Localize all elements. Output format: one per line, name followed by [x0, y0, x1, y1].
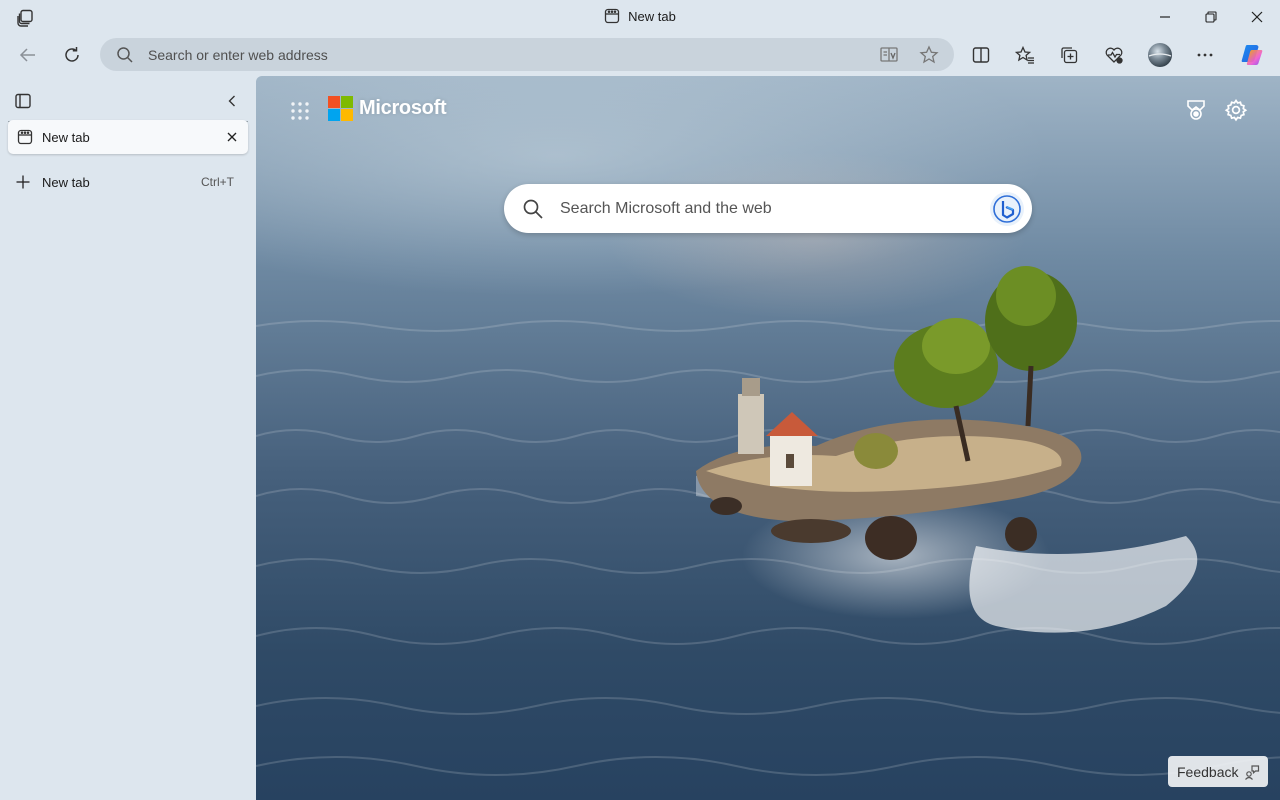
- gear-icon: [1224, 98, 1248, 122]
- refresh-icon: [65, 47, 79, 62]
- close-icon: [227, 132, 237, 142]
- back-arrow-icon: [19, 48, 35, 62]
- grid-dots-icon: [291, 102, 309, 120]
- window-title: New tab: [0, 8, 1280, 24]
- favorites-button[interactable]: [1010, 40, 1040, 70]
- new-tab-button[interactable]: New tab Ctrl+T: [8, 168, 248, 196]
- tab-label: New tab: [42, 129, 90, 145]
- address-bar[interactable]: [100, 38, 954, 71]
- star-icon: [919, 45, 939, 64]
- restore-button[interactable]: [1198, 5, 1224, 29]
- app-launcher-button[interactable]: [289, 100, 311, 122]
- back-button[interactable]: [13, 40, 43, 70]
- microsoft-logo[interactable]: Microsoft: [328, 96, 447, 121]
- tab-new-tab[interactable]: New tab: [8, 120, 248, 154]
- browser-essentials-button[interactable]: [1099, 40, 1129, 70]
- logo-square-yellow: [341, 109, 353, 121]
- vertical-tabs-icon[interactable]: [14, 92, 32, 110]
- page-settings-button[interactable]: [1224, 98, 1248, 122]
- trophy-icon: [1187, 100, 1205, 120]
- logo-square-red: [328, 96, 340, 108]
- refresh-button[interactable]: [57, 40, 87, 70]
- microsoft-wordmark: Microsoft: [359, 97, 447, 119]
- copilot-button[interactable]: [1237, 40, 1267, 70]
- restore-icon: [1205, 11, 1217, 23]
- heart-pulse-icon: [1105, 47, 1123, 64]
- plus-icon: [14, 173, 32, 191]
- immersive-reader-icon: [880, 47, 898, 62]
- split-screen-icon: [972, 47, 990, 63]
- collections-icon: [1061, 47, 1078, 64]
- feedback-button[interactable]: Feedback: [1168, 756, 1268, 787]
- new-tab-shortcut: Ctrl+T: [201, 175, 234, 189]
- close-icon: [1251, 11, 1263, 23]
- newtab-favicon-icon: [604, 8, 620, 24]
- profile-button[interactable]: [1145, 40, 1175, 70]
- more-button[interactable]: [1190, 40, 1220, 70]
- browser-toolbar: [0, 34, 1280, 76]
- title-bar: New tab: [0, 0, 1280, 34]
- favorite-star-button[interactable]: [918, 44, 940, 66]
- collapse-pane-button[interactable]: [222, 90, 242, 112]
- address-input[interactable]: [148, 38, 848, 71]
- close-window-button[interactable]: [1244, 5, 1270, 29]
- window-title-text: New tab: [628, 8, 676, 24]
- chevron-left-icon: [228, 95, 235, 107]
- feedback-label: Feedback: [1177, 763, 1239, 780]
- logo-square-green: [341, 96, 353, 108]
- web-search-box[interactable]: [504, 184, 1032, 233]
- close-tab-button[interactable]: [222, 127, 242, 147]
- microsoft-logo-icon: [328, 96, 353, 121]
- web-search-input[interactable]: [560, 184, 980, 233]
- bing-chat-button[interactable]: [990, 192, 1024, 226]
- search-icon: [117, 47, 133, 63]
- minimize-button[interactable]: [1152, 5, 1178, 29]
- new-tab-page: Microsoft Feedback: [256, 76, 1280, 800]
- copilot-icon: [1241, 45, 1263, 65]
- more-icon: [1197, 53, 1213, 57]
- feedback-person-icon: [1245, 764, 1260, 780]
- vertical-tabs-pane: New tab New tab Ctrl+T: [0, 76, 256, 800]
- minimize-icon: [1160, 16, 1170, 18]
- logo-square-blue: [328, 109, 340, 121]
- search-icon: [523, 199, 543, 219]
- rewards-button[interactable]: [1184, 98, 1208, 122]
- immersive-reader-button[interactable]: [878, 44, 900, 66]
- split-screen-button[interactable]: [966, 40, 996, 70]
- bing-icon: [993, 195, 1021, 223]
- profile-avatar-icon: [1148, 43, 1172, 67]
- newtab-favicon-icon: [17, 129, 33, 145]
- collections-button[interactable]: [1054, 40, 1084, 70]
- new-tab-label: New tab: [42, 174, 90, 190]
- favorites-icon: [1015, 45, 1034, 64]
